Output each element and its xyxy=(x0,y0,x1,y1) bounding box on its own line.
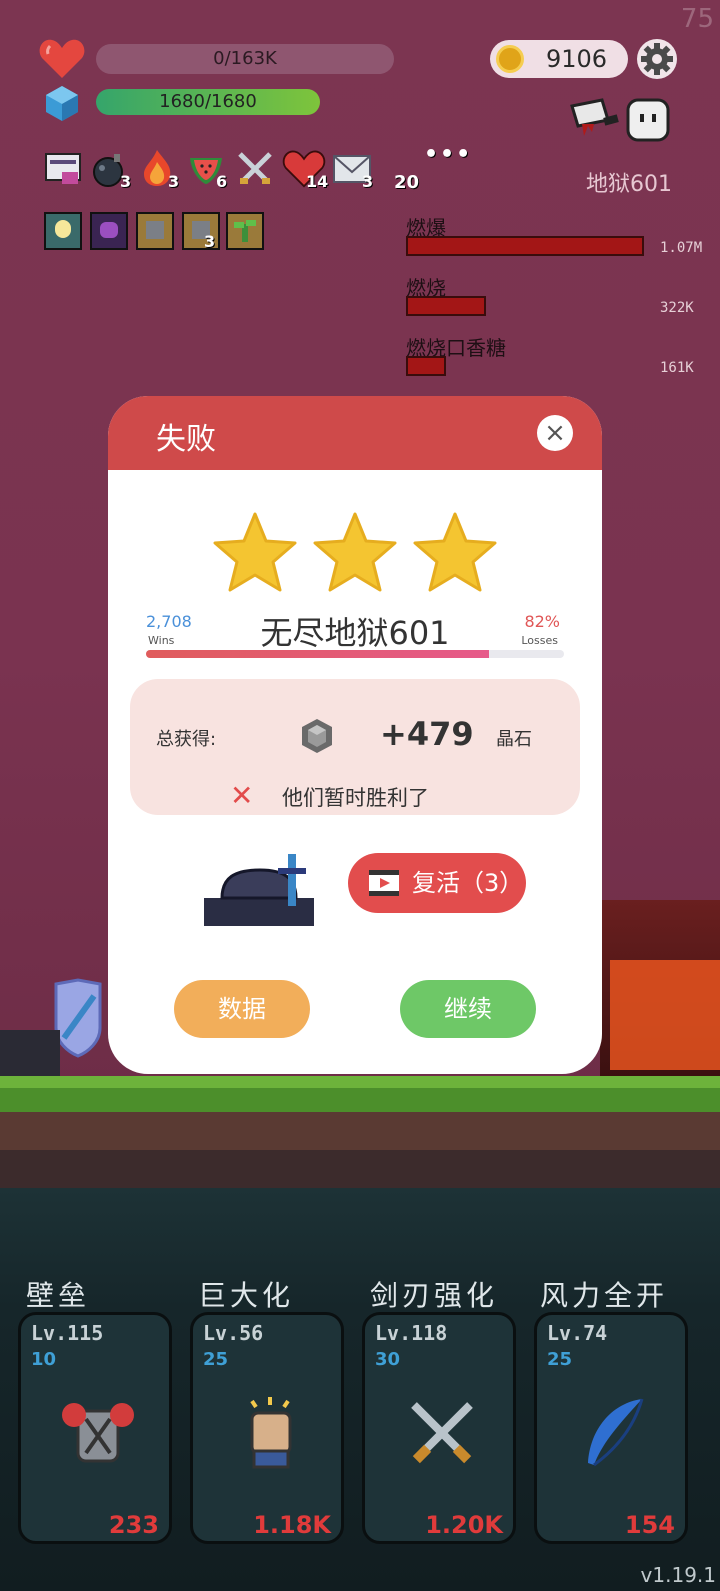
continue-button[interactable]: 继续 xyxy=(400,980,536,1038)
skill-card-bulwark[interactable]: Lv.115 10 233 xyxy=(18,1312,172,1544)
skill-price: 1.20K xyxy=(425,1511,503,1539)
armor-icon xyxy=(62,1403,134,1463)
skill-card-enlarge[interactable]: Lv.56 25 1.18K xyxy=(190,1312,344,1544)
envelope-count: 3 xyxy=(362,172,374,191)
skill-cost: 25 xyxy=(547,1349,573,1370)
crossed-swords-icon[interactable] xyxy=(236,150,274,188)
fail-message: 他们暂时胜利了 xyxy=(282,786,429,810)
reward-unit: 晶石 xyxy=(496,729,532,750)
defeat-dialog: 失败 × 2,708 Wins 无尽地狱601 82% Losses 总获得: … xyxy=(108,396,602,1074)
demon-buff-icon xyxy=(90,212,128,250)
heart-icon xyxy=(39,39,85,78)
skill-price: 154 xyxy=(624,1511,675,1539)
coin-counter: 9106 xyxy=(490,40,628,78)
skill-cost: 10 xyxy=(31,1349,57,1370)
coin-value: 9106 xyxy=(546,45,608,73)
skill-cost: 30 xyxy=(375,1349,401,1370)
skill-title: 巨大化 xyxy=(198,1279,295,1312)
ratio-fill xyxy=(146,650,489,658)
shield-bar: 1680/1680 xyxy=(96,89,320,115)
close-icon: × xyxy=(544,418,566,448)
skill-level: Lv.118 xyxy=(375,1321,448,1345)
lightbulb-buff-icon xyxy=(44,212,82,250)
stage-label: 地狱601 xyxy=(586,172,672,197)
bomb-count: 3 xyxy=(120,172,132,191)
fist-icon xyxy=(250,1397,292,1469)
revive-button[interactable]: 复活（3） xyxy=(348,853,526,913)
win-loss-ratio-bar xyxy=(146,650,564,658)
coin-icon xyxy=(496,45,524,73)
reward-box: 总获得: +479 晶石 ✕ 他们暂时胜利了 xyxy=(130,679,580,815)
ground-dirt-dark xyxy=(0,1150,720,1188)
cross-icon: ✕ xyxy=(230,779,254,812)
crossed-swords-icon xyxy=(411,1402,473,1464)
ground-grass-top xyxy=(0,1076,720,1088)
watermelon-count: 6 xyxy=(216,172,228,191)
skill-level: Lv.115 xyxy=(31,1321,104,1345)
star-icon xyxy=(413,512,497,592)
skill-price: 233 xyxy=(108,1511,159,1539)
version-label: v1.19.1 xyxy=(640,1563,716,1587)
shield-gem-icon xyxy=(46,86,78,121)
fps-counter: 75 xyxy=(680,4,714,34)
damage-stat-value: 322K xyxy=(660,300,694,316)
item-bar: 3 3 6 14 3 ••• 20 xyxy=(44,142,470,198)
damage-stat-bar xyxy=(406,356,446,376)
dialog-title: 失败 xyxy=(156,422,216,457)
losses-percent: 82% xyxy=(524,612,560,631)
fire-count: 3 xyxy=(168,172,180,191)
damage-stat-value: 161K xyxy=(660,360,694,376)
close-button[interactable]: × xyxy=(537,415,573,451)
feather-icon xyxy=(588,1398,644,1467)
star-icon xyxy=(213,512,297,592)
ruins xyxy=(0,1030,60,1076)
lava-glow xyxy=(610,960,720,1070)
ghost-icon xyxy=(626,98,670,142)
video-icon xyxy=(369,870,399,896)
damage-stat-value: 1.07M xyxy=(660,240,703,256)
armor-buff-icon xyxy=(136,212,174,250)
skill-level: Lv.74 xyxy=(547,1321,608,1345)
skill-title: 剑刃强化 xyxy=(370,1279,499,1312)
cleaver-icon xyxy=(570,98,619,136)
more-icon[interactable]: ••• xyxy=(424,142,472,167)
reward-value: +479 xyxy=(380,715,474,753)
shield-text: 1680/1680 xyxy=(159,91,257,112)
skill-cost: 25 xyxy=(203,1349,229,1370)
losses-label: Losses xyxy=(521,634,558,647)
more-count: 20 xyxy=(394,172,420,193)
gear-icon[interactable] xyxy=(636,38,678,80)
skill-level: Lv.56 xyxy=(203,1321,264,1345)
grave-icon xyxy=(204,854,314,926)
hp-bar: 0/163K xyxy=(96,44,394,74)
heart-count: 14 xyxy=(306,172,329,191)
sprout-buff-icon xyxy=(226,212,264,250)
crystal-icon xyxy=(302,719,332,753)
armor-buff-count: 3 xyxy=(204,232,216,251)
skill-price: 1.18K xyxy=(253,1511,331,1539)
damage-stat-bar xyxy=(406,296,486,316)
skill-card-blade[interactable]: Lv.118 30 1.20K xyxy=(362,1312,516,1544)
revive-label: 复活（3） xyxy=(412,869,524,897)
skill-title: 风力全开 xyxy=(540,1279,669,1312)
star-rating xyxy=(108,510,602,598)
reward-label: 总获得: xyxy=(156,729,217,750)
star-icon xyxy=(313,512,397,592)
skill-card-wind[interactable]: Lv.74 25 154 xyxy=(534,1312,688,1544)
hp-text: 0/163K xyxy=(213,48,277,69)
damage-stat-bar xyxy=(406,236,644,256)
data-button[interactable]: 数据 xyxy=(174,980,310,1038)
skill-title: 壁垒 xyxy=(26,1279,91,1312)
buff-bar: 3 xyxy=(44,212,274,256)
scroll-icon[interactable] xyxy=(44,150,82,188)
